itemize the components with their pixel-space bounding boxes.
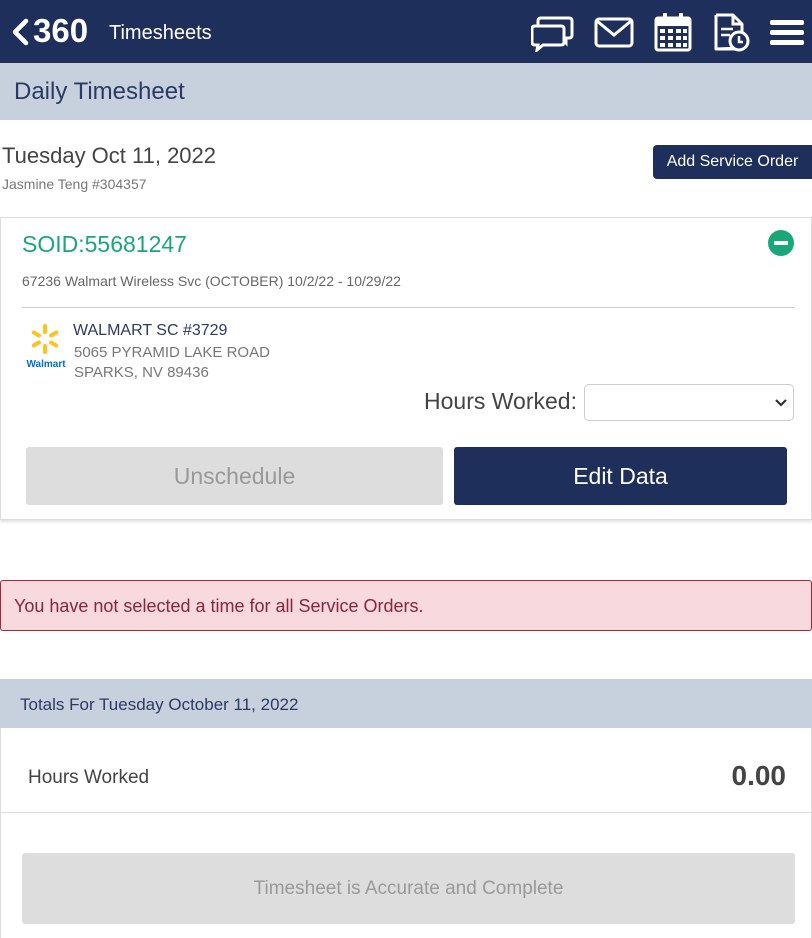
walmart-logo-icon: Walmart: [26, 324, 66, 370]
total-hours-value: 0.00: [731, 760, 787, 791]
add-service-order-button[interactable]: Add Service Order: [653, 145, 812, 179]
chat-icon[interactable]: [531, 12, 575, 52]
hours-worked-select[interactable]: [584, 384, 794, 421]
mail-icon[interactable]: [594, 12, 634, 52]
unschedule-button[interactable]: Unschedule: [26, 447, 443, 505]
hamburger-menu-icon[interactable]: [769, 12, 805, 52]
totals-divider: [1, 812, 812, 813]
service-order-id: SOID:55681247: [22, 231, 187, 257]
validation-alert: You have not selected a time for all Ser…: [0, 580, 812, 631]
hours-worked-label: Hours Worked:: [424, 388, 577, 414]
timesheet-clock-icon[interactable]: [713, 12, 751, 52]
timesheet-accurate-button[interactable]: Timesheet is Accurate and Complete: [22, 853, 795, 924]
page-header: Daily Timesheet: [0, 63, 812, 120]
back-chevron-icon[interactable]: [10, 18, 30, 46]
edit-data-button[interactable]: Edit Data: [454, 447, 787, 505]
store-address-line2: SPARKS, NV 89436: [74, 364, 209, 381]
calendar-icon[interactable]: [654, 12, 692, 52]
store-name: WALMART SC #3729: [73, 322, 228, 339]
collapse-minus-icon[interactable]: [768, 230, 794, 256]
app-title: Timesheets: [109, 22, 212, 44]
service-order-description: 67236 Walmart Wireless Svc (OCTOBER) 10/…: [22, 273, 401, 289]
chevron-down-icon: [775, 399, 787, 407]
top-nav-bar: 360 Timesheets: [0, 0, 812, 63]
alert-message: You have not selected a time for all Ser…: [14, 596, 424, 616]
app-brand[interactable]: 360: [33, 12, 88, 50]
page-title: Daily Timesheet: [14, 78, 185, 105]
store-address-line1: 5065 PYRAMID LAKE ROAD: [74, 344, 270, 361]
service-order-card: SOID:55681247 67236 Walmart Wireless Svc…: [0, 217, 812, 520]
employee-name: Jasmine Teng #304357: [2, 176, 147, 192]
totals-title: Totals For Tuesday October 11, 2022: [20, 695, 299, 714]
timesheet-date: Tuesday Oct 11, 2022: [2, 143, 217, 168]
card-divider: [22, 307, 795, 308]
total-hours-label: Hours Worked: [28, 767, 150, 788]
totals-header: Totals For Tuesday October 11, 2022: [0, 679, 812, 728]
svg-text:Walmart: Walmart: [26, 359, 66, 370]
totals-panel: Hours Worked 0.00 Timesheet is Accurate …: [0, 728, 812, 938]
